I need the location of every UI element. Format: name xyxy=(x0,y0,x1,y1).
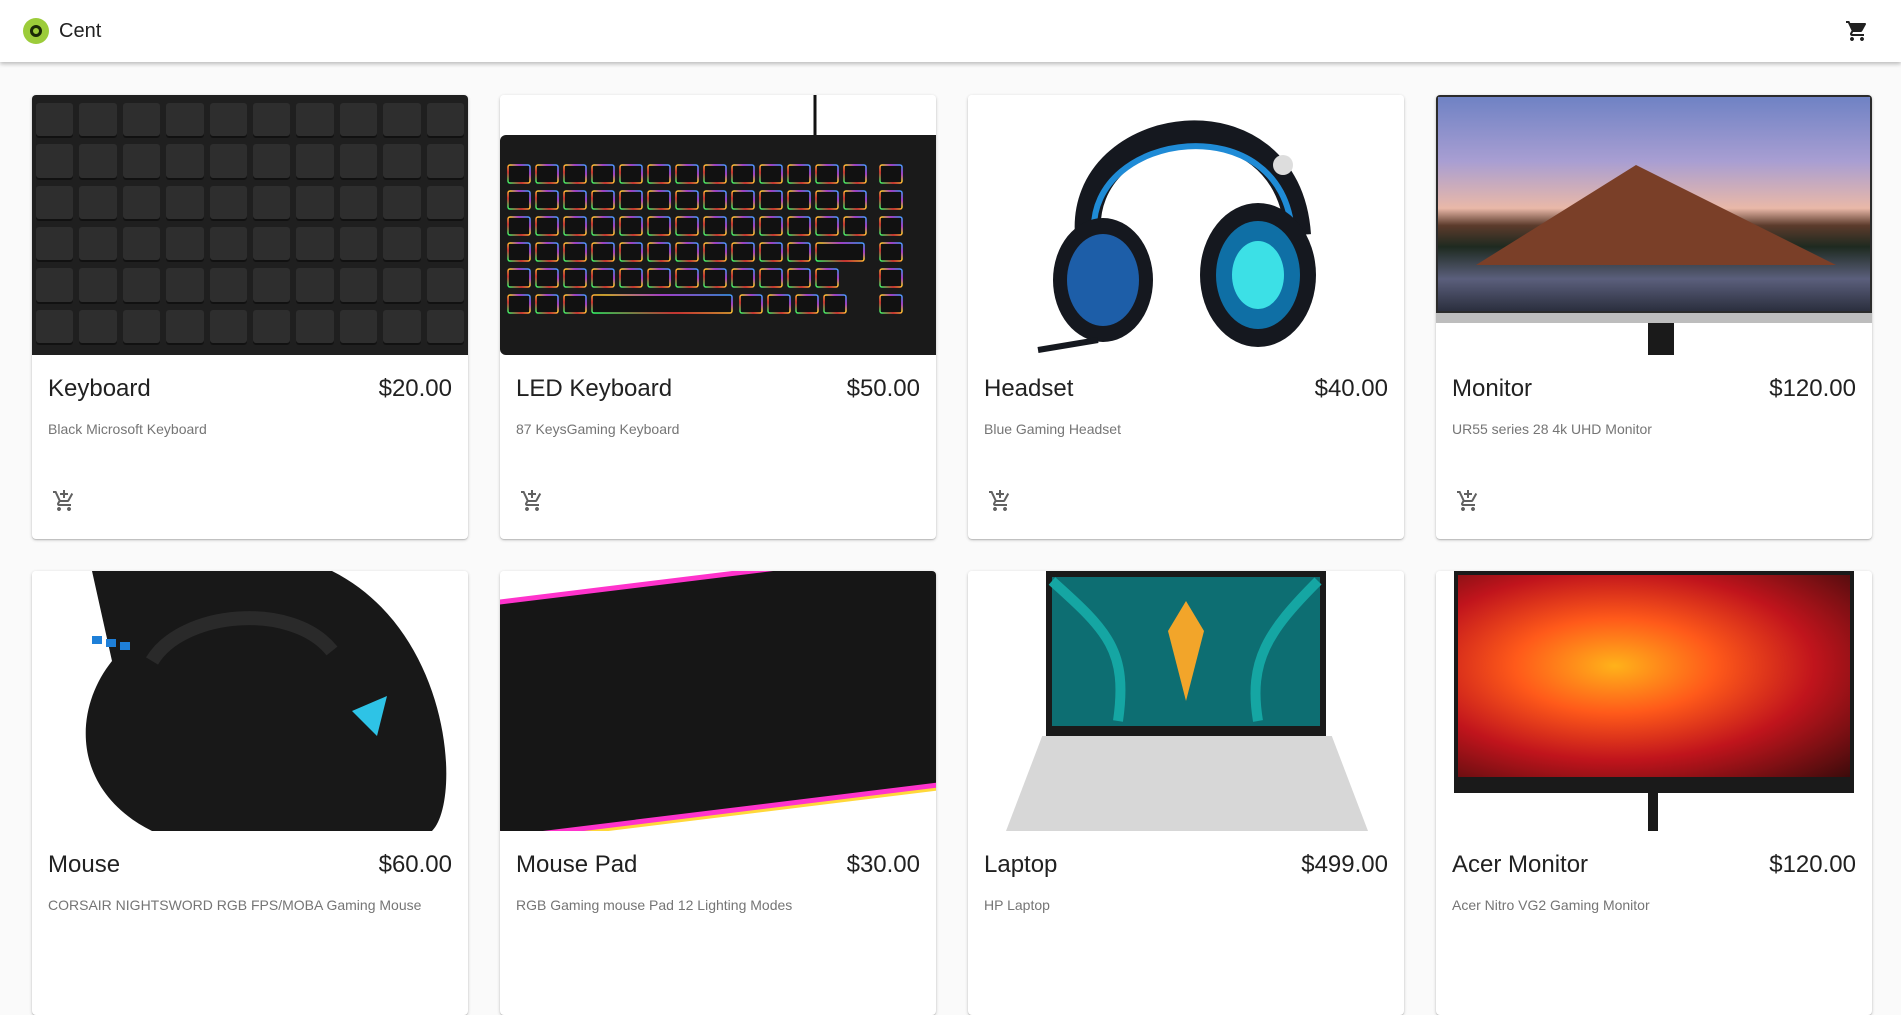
mouse-image xyxy=(32,571,468,831)
product-description: 87 KeysGaming Keyboard xyxy=(516,421,680,437)
product-card[interactable]: Acer Monitor $120.00 Acer Nitro VG2 Gami… xyxy=(1436,571,1872,1015)
product-name: Keyboard xyxy=(48,375,151,402)
add-to-cart-button[interactable] xyxy=(48,485,80,517)
product-price: $120.00 xyxy=(1769,375,1856,402)
product-card[interactable]: Keyboard $20.00 Black Microsoft Keyboard xyxy=(32,95,468,539)
product-name: Headset xyxy=(984,375,1074,402)
product-card[interactable]: Mouse $60.00 CORSAIR NIGHTSWORD RGB FPS/… xyxy=(32,571,468,1015)
product-name: Mouse Pad xyxy=(516,851,638,878)
add-shopping-cart-icon xyxy=(521,490,542,511)
add-shopping-cart-icon xyxy=(53,490,74,511)
app-bar: Cent xyxy=(0,0,1901,62)
circle-logo-icon[interactable] xyxy=(23,18,49,44)
product-name: Acer Monitor xyxy=(1452,851,1589,878)
add-to-cart-button[interactable] xyxy=(516,485,548,517)
laptop-image xyxy=(968,571,1404,831)
product-card[interactable]: Laptop $499.00 HP Laptop xyxy=(968,571,1404,1015)
product-description: UR55 series 28 4k UHD Monitor xyxy=(1452,421,1652,437)
product-price: $60.00 xyxy=(378,851,452,878)
product-name: Laptop xyxy=(984,851,1058,878)
product-price: $20.00 xyxy=(378,375,452,402)
product-name: Monitor xyxy=(1452,375,1533,402)
monitor-image xyxy=(1436,95,1872,355)
product-description: CORSAIR NIGHTSWORD RGB FPS/MOBA Gaming M… xyxy=(48,897,422,913)
add-to-cart-button[interactable] xyxy=(1452,485,1484,517)
product-card[interactable]: LED Keyboard $50.00 87 KeysGaming Keyboa… xyxy=(500,95,936,539)
product-description: Acer Nitro VG2 Gaming Monitor xyxy=(1452,897,1650,913)
add-shopping-cart-icon xyxy=(1457,490,1478,511)
product-grid: Keyboard $20.00 Black Microsoft Keyboard xyxy=(32,95,1872,1015)
add-to-cart-button[interactable] xyxy=(984,485,1016,517)
mouse-pad-image xyxy=(500,571,936,831)
product-name: LED Keyboard xyxy=(516,375,673,402)
keyboard-image xyxy=(32,95,468,355)
product-price: $499.00 xyxy=(1301,851,1388,878)
headset-image xyxy=(968,95,1404,355)
product-price: $40.00 xyxy=(1314,375,1388,402)
product-description: HP Laptop xyxy=(984,897,1050,913)
brand-title[interactable]: Cent xyxy=(59,20,101,43)
product-name: Mouse xyxy=(48,851,121,878)
product-card[interactable]: Monitor $120.00 UR55 series 28 4k UHD Mo… xyxy=(1436,95,1872,539)
product-description: Black Microsoft Keyboard xyxy=(48,421,207,437)
product-card[interactable]: Headset $40.00 Blue Gaming Headset xyxy=(968,95,1404,539)
led-keyboard-image xyxy=(500,95,936,355)
product-price: $30.00 xyxy=(846,851,920,878)
product-price: $50.00 xyxy=(846,375,920,402)
product-price: $120.00 xyxy=(1769,851,1856,878)
shopping-cart-icon[interactable] xyxy=(1845,19,1869,43)
add-shopping-cart-icon xyxy=(989,490,1010,511)
product-description: Blue Gaming Headset xyxy=(984,421,1121,437)
product-card[interactable]: Mouse Pad $30.00 RGB Gaming mouse Pad 12… xyxy=(500,571,936,1015)
product-description: RGB Gaming mouse Pad 12 Lighting Modes xyxy=(516,897,793,913)
acer-monitor-image xyxy=(1436,571,1872,831)
